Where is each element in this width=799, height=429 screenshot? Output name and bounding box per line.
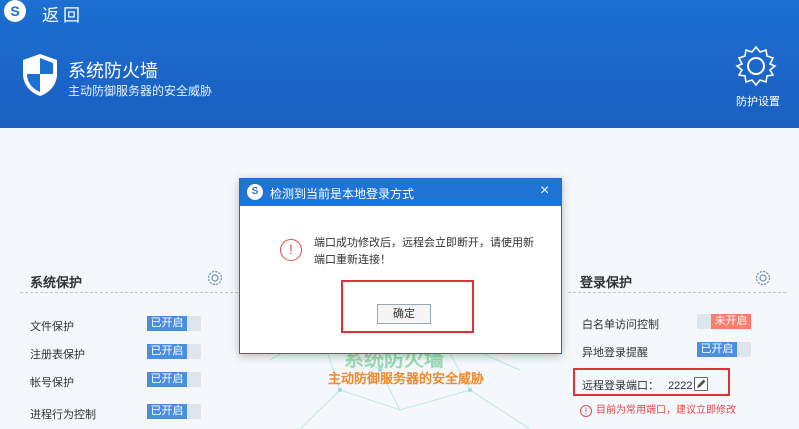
port-change-dialog: S 检测到当前是本地登录方式 × ! 端口成功修改后，远程会立即断开，请使用新端… — [239, 178, 562, 354]
file-protection-toggle[interactable]: 已开启 — [147, 316, 201, 331]
file-protection-status: 已开启 — [147, 316, 187, 331]
dialog-message: 端口成功修改后，远程会立即断开，请使用新端口重新连接！ — [314, 237, 534, 266]
process-control-label: 进程行为控制 — [30, 409, 96, 421]
dialog-header: S 检测到当前是本地登录方式 × — [240, 179, 561, 206]
login-protection-divider — [568, 292, 786, 293]
remote-login-alert-toggle[interactable]: 已开启 — [697, 342, 751, 357]
app-logo-icon: S — [247, 184, 263, 200]
system-protection-divider — [20, 292, 238, 293]
registry-protection-label: 注册表保护 — [30, 349, 85, 361]
remote-port-value: 2222 — [668, 380, 693, 392]
whitelist-access-toggle[interactable]: 未开启 — [697, 314, 751, 329]
remote-port-label: 远程登录端口： — [582, 380, 659, 392]
back-button[interactable]: 返回 — [42, 1, 84, 26]
close-icon[interactable]: × — [540, 182, 549, 200]
page-subtitle: 主动防御服务器的安全威胁 — [68, 84, 213, 98]
file-protection-label: 文件保护 — [30, 321, 74, 333]
warning-icon: ! — [580, 405, 592, 417]
login-protection-title: 登录保护 — [580, 275, 633, 290]
account-protection-toggle[interactable]: 已开启 — [147, 372, 201, 387]
dialog-title: 检测到当前是本地登录方式 — [270, 187, 415, 201]
whitelist-access-status: 未开启 — [711, 314, 751, 329]
warning-icon: ! — [280, 239, 302, 261]
confirm-button[interactable]: 确定 — [377, 304, 431, 324]
registry-protection-status: 已开启 — [147, 344, 187, 359]
process-control-status: 已开启 — [147, 404, 187, 419]
process-control-toggle[interactable]: 已开启 — [147, 404, 201, 419]
whitelist-access-label: 白名单访问控制 — [582, 319, 659, 331]
gear-icon[interactable] — [734, 44, 778, 88]
app-logo-icon: S — [4, 0, 26, 22]
header-banner: S 返回 系统防火墙 主动防御服务器的安全威胁 防护设置 — [0, 0, 799, 128]
remote-login-alert-status: 已开启 — [697, 342, 737, 357]
login-protection-settings-icon[interactable] — [755, 270, 771, 286]
port-warning: ! 目前为常用端口，建议立即修改 — [580, 401, 736, 417]
shield-icon — [23, 54, 57, 96]
remote-port-field: 远程登录端口： 2222 — [582, 377, 693, 393]
settings-button-label[interactable]: 防护设置 — [736, 93, 780, 109]
edit-icon[interactable] — [694, 377, 708, 391]
page-title: 系统防火墙 — [68, 61, 158, 81]
port-warning-text: 目前为常用端口，建议立即修改 — [596, 405, 736, 416]
system-protection-title: 系统保护 — [30, 275, 83, 290]
account-protection-label: 帐号保护 — [30, 377, 74, 389]
top-bar: S 返回 — [0, 0, 799, 26]
system-protection-settings-icon[interactable] — [207, 270, 223, 286]
watermark-subtitle: 主动防御服务器的安全威胁 — [328, 371, 485, 386]
account-protection-status: 已开启 — [147, 372, 187, 387]
remote-login-alert-label: 异地登录提醒 — [582, 347, 648, 359]
registry-protection-toggle[interactable]: 已开启 — [147, 344, 201, 359]
